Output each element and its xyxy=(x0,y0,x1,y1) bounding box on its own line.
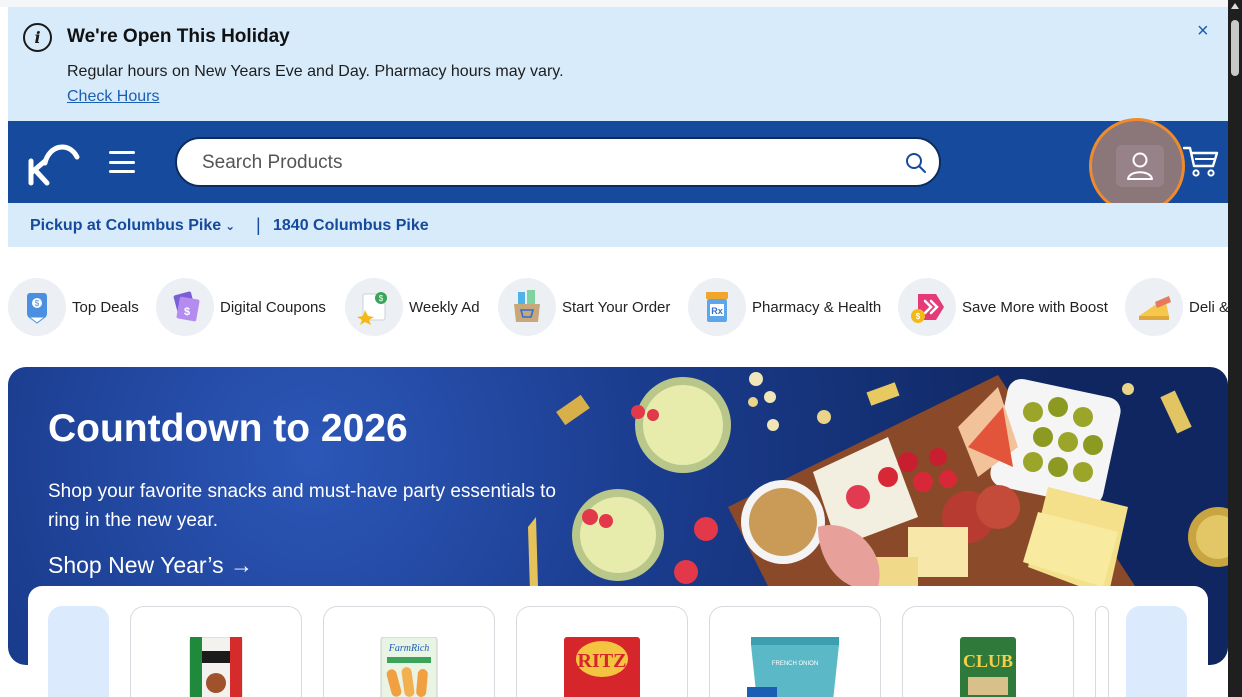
search-icon[interactable] xyxy=(904,151,928,175)
user-icon xyxy=(1116,145,1164,187)
product-image xyxy=(189,637,243,697)
weekly-ad-icon: $ xyxy=(345,278,403,336)
shop-new-years-link[interactable]: Shop New Year’s → xyxy=(48,552,253,579)
scroll-up-icon[interactable] xyxy=(1231,3,1239,9)
chevron-down-icon: ⌄ xyxy=(225,219,236,233)
product-card[interactable]: FRENCH ONION xyxy=(709,606,881,697)
info-icon: i xyxy=(23,23,52,52)
product-card[interactable]: FarmRich xyxy=(323,606,495,697)
pickup-separator: | xyxy=(256,215,261,235)
cart-icon[interactable] xyxy=(1183,144,1219,178)
hero-description: Shop your favorite snacks and must-have … xyxy=(48,481,556,531)
product-image: RITZ xyxy=(564,637,640,697)
holiday-alert-banner: i We're Open This Holiday Regular hours … xyxy=(8,7,1228,121)
category-label: Deli & xyxy=(1189,298,1228,316)
product-image: CLUB xyxy=(960,637,1016,697)
alert-title: We're Open This Holiday xyxy=(67,26,290,47)
category-nav: $ Top Deals $ Digital Coupons $ Weekly A… xyxy=(8,277,1228,339)
hero-cta-label: Shop New Year’s xyxy=(48,552,224,578)
check-hours-link[interactable]: Check Hours xyxy=(67,88,159,106)
product-brand: FRENCH ONION xyxy=(772,661,818,667)
site-header xyxy=(8,118,1228,214)
close-alert-button[interactable]: × xyxy=(1197,20,1209,43)
category-top-deals[interactable]: $ Top Deals xyxy=(8,277,139,337)
kroger-logo[interactable] xyxy=(25,139,83,187)
category-label: Save More with Boost xyxy=(962,298,1108,316)
tag-icon: $ xyxy=(8,278,66,336)
alert-message: Regular hours on New Years Eve and Day. … xyxy=(67,63,564,80)
category-weekly-ad[interactable]: $ Weekly Ad xyxy=(345,277,480,337)
svg-text:$: $ xyxy=(184,306,190,318)
category-label: Digital Coupons xyxy=(220,298,326,316)
svg-text:$: $ xyxy=(35,299,40,308)
product-card[interactable] xyxy=(1095,606,1109,697)
product-brand: CLUB xyxy=(963,651,1013,671)
search-input[interactable] xyxy=(202,151,882,175)
scroll-thumb[interactable] xyxy=(1231,20,1239,76)
boost-icon: $ xyxy=(898,278,956,336)
pickup-store-selector[interactable]: Pickup at Columbus Pike ⌄ xyxy=(30,217,235,235)
category-digital-coupons[interactable]: $ Digital Coupons xyxy=(156,277,326,337)
hero-title: Countdown to 2026 xyxy=(48,407,408,450)
top-strip xyxy=(0,0,1228,7)
product-brand: RITZ xyxy=(578,650,627,672)
pickup-store-label: Pickup at Columbus Pike xyxy=(30,217,222,234)
coupon-icon: $ xyxy=(156,278,214,336)
category-pharmacy-health[interactable]: Rx Pharmacy & Health xyxy=(688,277,881,337)
svg-text:$: $ xyxy=(916,312,921,321)
product-card[interactable]: RITZ xyxy=(516,606,688,697)
category-label: Top Deals xyxy=(72,298,139,316)
product-card[interactable] xyxy=(130,606,302,697)
carousel-next-button[interactable] xyxy=(1126,606,1187,697)
account-button[interactable] xyxy=(1089,118,1185,214)
category-deli[interactable]: Deli & xyxy=(1125,277,1228,337)
pickup-address[interactable]: 1840 Columbus Pike xyxy=(273,217,429,235)
product-card[interactable]: CLUB xyxy=(902,606,1074,697)
product-carousel: FarmRich RITZ FRENCH ONION CLUB xyxy=(28,586,1208,697)
category-label: Weekly Ad xyxy=(409,298,480,316)
grocery-bag-icon xyxy=(498,278,556,336)
product-image: FarmRich xyxy=(380,637,438,697)
category-start-your-order[interactable]: Start Your Order xyxy=(498,277,670,337)
category-label: Start Your Order xyxy=(562,298,671,316)
pickup-bar: Pickup at Columbus Pike ⌄ | 1840 Columbus… xyxy=(8,203,1228,247)
search-bar xyxy=(175,137,941,187)
svg-text:$: $ xyxy=(379,294,384,303)
product-image: FRENCH ONION xyxy=(747,637,839,697)
cheese-icon xyxy=(1125,278,1183,336)
category-label: Pharmacy & Health xyxy=(752,298,882,316)
carousel-prev-button[interactable] xyxy=(48,606,109,697)
product-brand: FarmRich xyxy=(388,643,430,654)
pharmacy-icon: Rx xyxy=(688,278,746,336)
category-save-more-boost[interactable]: $ Save More with Boost xyxy=(898,277,1108,337)
page-scrollbar[interactable] xyxy=(1228,0,1242,697)
arrow-right-icon: → xyxy=(230,552,254,578)
svg-text:Rx: Rx xyxy=(711,306,723,316)
menu-icon[interactable] xyxy=(109,151,135,173)
